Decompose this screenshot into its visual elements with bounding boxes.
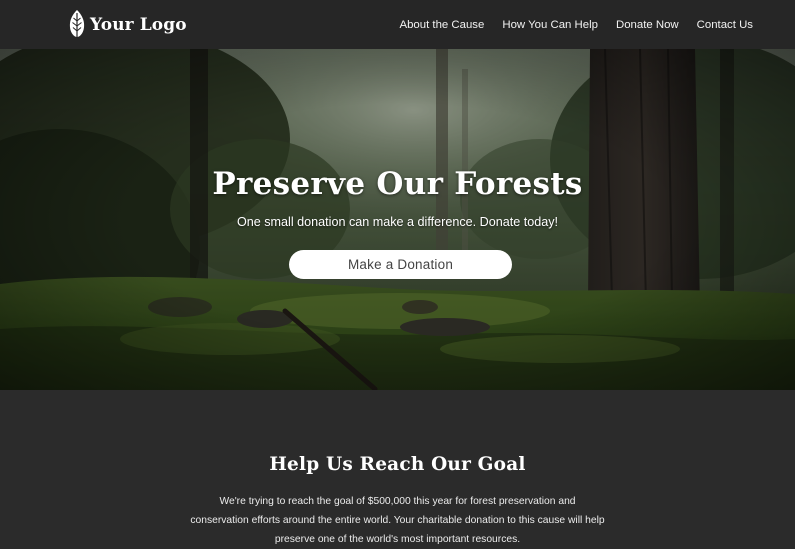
top-navbar: Your Logo About the Cause How You Can He… — [0, 0, 795, 49]
leaf-icon — [69, 9, 85, 40]
goal-title: Help Us Reach Our Goal — [269, 454, 526, 475]
nav-contact-us[interactable]: Contact Us — [697, 19, 753, 31]
hero-section: Preserve Our Forests One small donation … — [0, 49, 795, 390]
main-nav: About the Cause How You Can Help Donate … — [381, 19, 753, 31]
hero-content: Preserve Our Forests One small donation … — [0, 49, 795, 390]
logo-text: Your Logo — [90, 14, 187, 35]
goal-section: Help Us Reach Our Goal We're trying to r… — [0, 390, 795, 545]
nav-how-you-can-help[interactable]: How You Can Help — [502, 19, 598, 31]
hero-subtitle: One small donation can make a difference… — [236, 215, 559, 229]
goal-description: We're trying to reach the goal of $500,0… — [190, 496, 605, 545]
nav-donate-now[interactable]: Donate Now — [616, 19, 679, 31]
make-donation-button[interactable]: Make a Donation — [289, 250, 512, 279]
nav-about-the-cause[interactable]: About the Cause — [399, 19, 484, 31]
hero-title: Preserve Our Forests — [212, 166, 583, 202]
logo-link[interactable]: Your Logo — [68, 0, 187, 49]
